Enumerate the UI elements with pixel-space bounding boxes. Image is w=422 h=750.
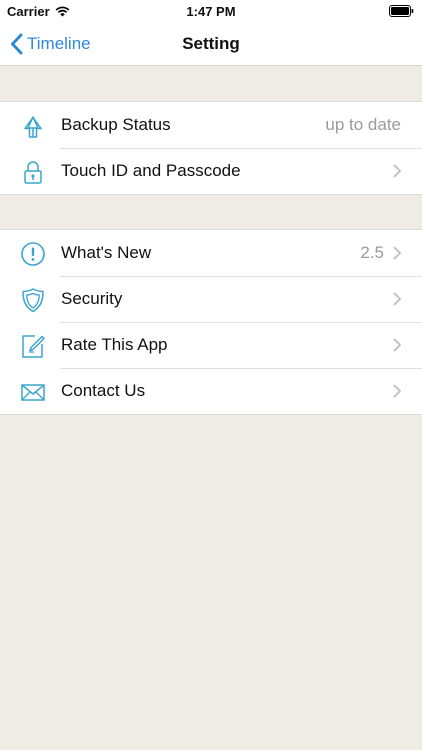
row-label: Touch ID and Passcode [61,161,241,180]
row-label: Rate This App [61,335,168,354]
row-whats-new[interactable]: What's New 2.5 [0,230,422,276]
row-label: What's New [61,243,152,262]
lock-icon [20,159,46,185]
backup-status-value: up to date [325,115,401,134]
row-rate-app[interactable]: Rate This App [0,322,422,368]
status-time: 1:47 PM [186,4,236,19]
shield-icon [20,287,46,313]
settings-group-backup: Backup Status up to date Touch ID and Pa… [0,101,422,195]
row-backup-status[interactable]: Backup Status up to date [0,102,422,148]
battery-icon [389,5,414,17]
chevron-right-icon [393,292,401,306]
chevron-right-icon [393,338,401,352]
chevron-right-icon [393,164,401,178]
chevron-right-icon [393,246,401,260]
row-contact-us[interactable]: Contact Us [0,368,422,414]
row-touch-id-passcode[interactable]: Touch ID and Passcode [0,148,422,194]
row-label: Security [61,289,123,308]
row-label: Contact Us [61,381,146,400]
exclamation-circle-icon [20,241,46,267]
version-value: 2.5 [360,243,384,262]
upload-arrow-icon [20,113,46,139]
navigation-bar: Timeline Setting [0,22,422,66]
edit-pencil-icon [20,333,46,359]
chevron-right-icon [393,384,401,398]
row-security[interactable]: Security [0,276,422,322]
settings-group-info: What's New 2.5 Security Rate This App Co… [0,229,422,415]
status-bar: Carrier 1:47 PM [0,0,422,22]
row-label: Backup Status [61,115,171,134]
envelope-icon [20,379,46,405]
page-title: Setting [182,34,240,53]
